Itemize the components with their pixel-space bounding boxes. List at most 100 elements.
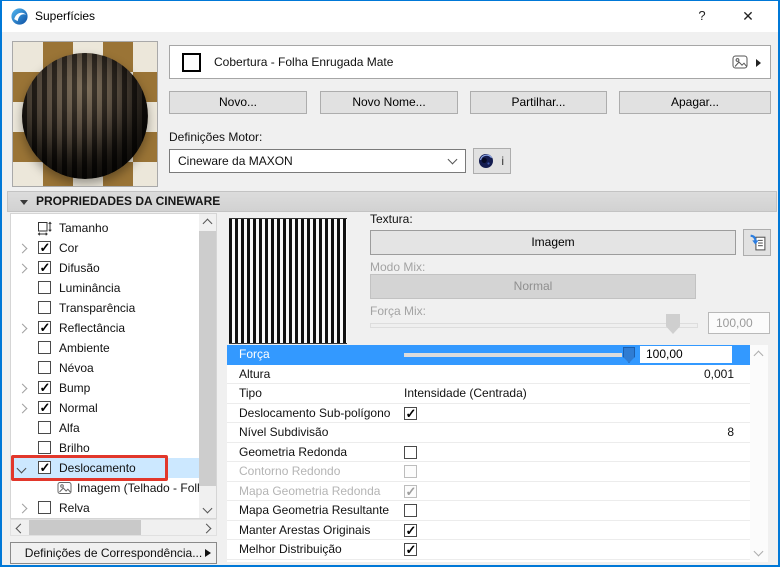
close-button[interactable]: ✕ [732, 1, 764, 31]
new-button[interactable]: Novo... [169, 91, 307, 114]
cineware-section-header[interactable]: PROPRIEDADES DA CINEWARE [7, 191, 777, 212]
chevron-right-icon[interactable] [17, 383, 28, 394]
texture-preview[interactable] [229, 218, 347, 344]
engine-info-button[interactable]: i [473, 148, 511, 174]
checkbox[interactable] [38, 238, 51, 258]
checkbox[interactable] [404, 445, 417, 459]
checkbox[interactable] [38, 318, 51, 338]
help-button[interactable]: ? [686, 1, 718, 31]
surfaces-dialog: Superfícies ? ✕ Cobertura - Folha Enruga… [0, 0, 780, 567]
tree-item-difusao[interactable]: Difusão [11, 258, 199, 278]
property-row-melhor-distribuicao[interactable]: Melhor Distribuição [227, 540, 750, 560]
property-row-forca[interactable]: Força 100,00 [227, 345, 750, 365]
tree-vertical-scrollbar[interactable] [199, 214, 216, 518]
altura-value[interactable]: 0,001 [704, 365, 734, 384]
scroll-down-icon[interactable] [202, 503, 213, 514]
mix-strength-slider-thumb [666, 314, 680, 334]
tree-item-luminancia[interactable]: Luminância [11, 278, 199, 298]
checkbox[interactable] [404, 404, 417, 423]
material-name-field[interactable]: Cobertura - Folha Enrugada Mate [169, 45, 771, 79]
scroll-left-icon[interactable] [15, 523, 26, 534]
checkbox[interactable] [404, 540, 417, 559]
image-picker-icon[interactable] [732, 54, 748, 70]
window-title: Superfícies [35, 9, 96, 23]
size-icon [37, 221, 52, 236]
checkbox[interactable] [38, 441, 51, 454]
checkbox[interactable] [38, 361, 51, 374]
image-icon [57, 482, 72, 494]
checkbox[interactable] [38, 501, 51, 514]
checkbox[interactable] [38, 341, 51, 354]
texture-import-button[interactable] [743, 229, 771, 256]
chevron-right-icon[interactable] [17, 503, 28, 514]
title-bar[interactable]: Superfícies ? ✕ [2, 1, 778, 32]
checkbox [404, 482, 417, 501]
checkbox[interactable] [404, 504, 417, 517]
engine-select[interactable]: Cineware da MAXON [169, 149, 466, 173]
property-row-mapa-geometria-resultante[interactable]: Mapa Geometria Resultante [227, 501, 750, 521]
checkbox[interactable] [38, 378, 51, 398]
tree-item-tamanho[interactable]: Tamanho [11, 218, 199, 238]
tree-item-normal[interactable]: Normal [11, 398, 199, 418]
property-row-altura[interactable]: Altura 0,001 [227, 365, 750, 384]
delete-button[interactable]: Apagar... [619, 91, 771, 114]
checkbox[interactable] [38, 421, 51, 434]
scroll-up-icon[interactable] [202, 218, 213, 229]
tree-item-brilho[interactable]: Brilho [11, 438, 199, 458]
chevron-right-icon[interactable] [17, 403, 28, 414]
checkbox[interactable] [404, 521, 417, 540]
tree-item-ambiente[interactable]: Ambiente [11, 338, 199, 358]
tree-item-nevoa[interactable]: Névoa [11, 358, 199, 378]
mix-strength-field: 100,00 [708, 312, 770, 334]
material-name: Cobertura - Folha Enrugada Mate [214, 55, 394, 69]
channel-tree: Tamanho Cor Difusão Luminância Transparê… [10, 213, 217, 519]
share-button[interactable]: Partilhar... [470, 91, 607, 114]
tree-item-imagem-telhado[interactable]: Imagem (Telhado - Folha C [11, 478, 199, 498]
matching-settings-button[interactable]: Definições de Correspondência... [10, 542, 217, 564]
section-title: PROPRIEDADES DA CINEWARE [36, 194, 221, 208]
tree-item-transparencia[interactable]: Transparência [11, 298, 199, 318]
property-row-nivel-subdivisao[interactable]: Nível Subdivisão 8 [227, 423, 750, 443]
property-row-deslocamento-sub-poligono[interactable]: Deslocamento Sub-polígono [227, 404, 750, 423]
forca-slider-thumb[interactable] [623, 347, 635, 363]
picker-caret-icon[interactable] [756, 59, 761, 67]
mix-mode-button: Normal [370, 274, 696, 299]
tree-item-cor[interactable]: Cor [11, 238, 199, 258]
property-row-manter-arestas-originais[interactable]: Manter Arestas Originais [227, 521, 750, 540]
material-sphere [22, 53, 148, 179]
property-row-tipo[interactable]: Tipo Intensidade (Centrada) [227, 384, 750, 404]
checkbox[interactable] [38, 258, 51, 278]
import-image-icon [750, 234, 766, 251]
rename-button[interactable]: Novo Nome... [320, 91, 458, 114]
engine-selected-value: Cineware da MAXON [178, 154, 293, 168]
nivel-subdivisao-value[interactable]: 8 [727, 423, 734, 442]
property-row-geometria-redonda[interactable]: Geometria Redonda [227, 443, 750, 462]
checkbox[interactable] [38, 458, 51, 478]
chevron-down-icon[interactable] [16, 463, 27, 474]
material-preview[interactable] [12, 41, 158, 187]
checkbox [404, 465, 417, 478]
forca-value-input[interactable]: 100,00 [640, 346, 732, 363]
checkbox[interactable] [38, 281, 51, 294]
scroll-right-icon[interactable] [201, 523, 212, 534]
checkbox[interactable] [38, 398, 51, 418]
tipo-value[interactable]: Intensidade (Centrada) [404, 384, 527, 403]
tree-item-bump[interactable]: Bump [11, 378, 199, 398]
checkbox[interactable] [38, 301, 51, 314]
tree-item-alfa[interactable]: Alfa [11, 418, 199, 438]
scrollbar-thumb[interactable] [199, 231, 216, 486]
tree-item-relva[interactable]: Relva [11, 498, 199, 518]
table-vertical-scrollbar[interactable] [750, 345, 768, 562]
chevron-right-icon[interactable] [17, 243, 28, 254]
texture-image-button[interactable]: Imagem [370, 230, 736, 255]
tree-horizontal-scrollbar[interactable] [10, 519, 217, 536]
scroll-up-icon[interactable] [753, 350, 764, 361]
forca-slider-track[interactable] [404, 353, 622, 357]
scrollbar-thumb[interactable] [29, 520, 141, 535]
scroll-down-icon[interactable] [753, 546, 764, 557]
tree-item-reflectancia[interactable]: Reflectância [11, 318, 199, 338]
mix-strength-slider-track [370, 323, 698, 328]
chevron-right-icon[interactable] [17, 263, 28, 274]
chevron-right-icon[interactable] [17, 323, 28, 334]
tree-item-deslocamento[interactable]: Deslocamento [11, 458, 199, 478]
